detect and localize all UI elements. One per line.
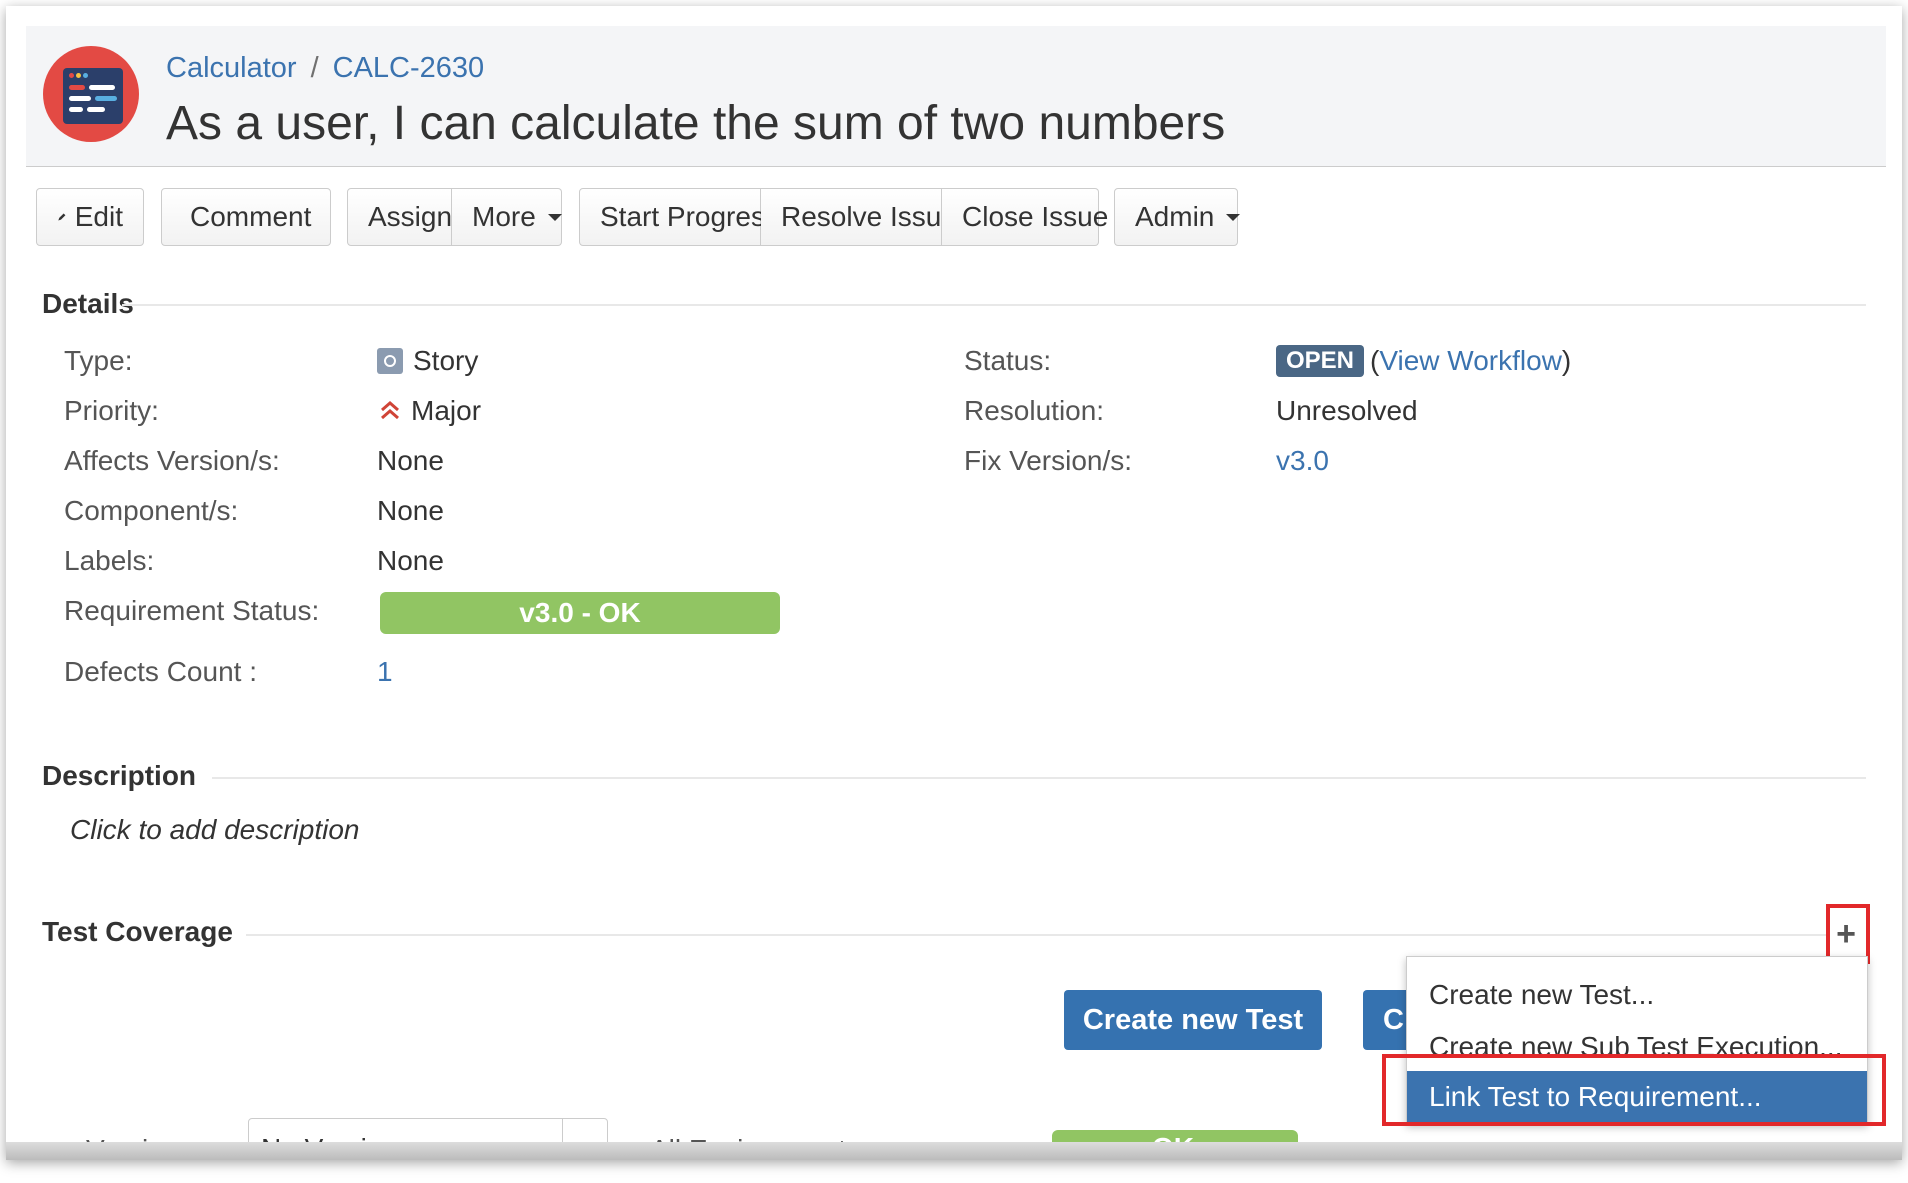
workflow-group: Start Progress Resolve Issue Close Issue [579, 188, 1108, 246]
more-button[interactable]: More [452, 188, 562, 246]
highlight-box-plus [1826, 904, 1870, 964]
menu-item-create-new-test[interactable]: Create new Test... [1407, 969, 1867, 1021]
chevron-down-icon [1226, 213, 1241, 221]
fix-version-link[interactable]: v3.0 [1276, 445, 1329, 477]
coverage-filter-row: Version No Version All Environments OK [6, 1118, 1902, 1144]
assign-button[interactable]: Assign [347, 188, 452, 246]
breadcrumb: Calculator / CALC-2630 [166, 52, 484, 85]
requirement-status-label: Requirement Status: [64, 595, 320, 626]
edit-button[interactable]: Edit [36, 188, 144, 246]
status-value: OPEN (View Workflow) [1276, 345, 1571, 377]
labels-label: Labels: [64, 545, 155, 576]
comment-button[interactable]: Comment [161, 188, 331, 246]
description-heading[interactable]: Description [42, 760, 196, 792]
priority-text: Major [411, 395, 482, 426]
components-label: Component/s: [64, 495, 239, 526]
breadcrumb-issue-key-link[interactable]: CALC-2630 [333, 52, 485, 84]
create-new-test-button[interactable]: Create new Test [1064, 990, 1322, 1050]
assign-more-group: Assign More [347, 188, 562, 246]
defects-count-link[interactable]: 1 [377, 656, 393, 688]
affects-version-value[interactable]: None [377, 445, 444, 477]
requirement-status-bar[interactable]: v3.0 - OK [380, 592, 780, 634]
affects-version-label: Affects Version/s: [64, 445, 280, 476]
labels-value[interactable]: None [377, 545, 444, 577]
description-divider [212, 777, 1866, 779]
details-divider [122, 304, 1866, 306]
resolve-issue-button[interactable]: Resolve Issue [761, 188, 957, 246]
priority-major-icon [381, 401, 399, 420]
details-heading[interactable]: Details [42, 288, 134, 320]
components-value[interactable]: None [377, 495, 444, 527]
test-coverage-divider [246, 934, 1826, 936]
status-label: Status: [964, 345, 1052, 376]
admin-label: Admin [1135, 201, 1215, 232]
comment-group: Comment [161, 188, 331, 246]
issue-summary[interactable]: As a user, I can calculate the sum of tw… [166, 96, 1225, 151]
breadcrumb-separator: / [310, 52, 319, 84]
priority-label: Priority: [64, 395, 159, 426]
project-avatar-icon[interactable] [43, 46, 139, 142]
priority-value[interactable]: Major [377, 395, 481, 427]
highlight-box-link-test [1382, 1054, 1886, 1126]
status-lozenge: OPEN [1276, 345, 1365, 377]
view-workflow-close-paren: ) [1561, 345, 1572, 376]
fix-version-label: Fix Version/s: [964, 445, 1133, 476]
view-workflow-open-paren: ( [1370, 345, 1380, 376]
view-workflow-link[interactable]: View Workflow [1379, 345, 1562, 376]
pencil-icon [58, 213, 66, 221]
type-label: Type: [64, 345, 133, 376]
defects-count-label: Defects Count : [64, 656, 257, 687]
resolution-value: Unresolved [1276, 395, 1418, 426]
close-issue-button[interactable]: Close Issue [942, 188, 1108, 246]
description-placeholder[interactable]: Click to add description [70, 814, 359, 846]
version-select[interactable]: No Version [248, 1118, 608, 1144]
resolution-label: Resolution: [964, 395, 1105, 426]
edit-label: Edit [74, 201, 123, 232]
story-icon [377, 348, 403, 374]
start-progress-button[interactable]: Start Progress [579, 188, 779, 246]
admin-group: Admin [1114, 188, 1241, 246]
type-text: Story [413, 345, 479, 376]
breadcrumb-project-link[interactable]: Calculator [166, 52, 297, 84]
admin-button[interactable]: Admin [1114, 188, 1241, 246]
page-bottom-edge [6, 1142, 1902, 1160]
issue-header: Calculator / CALC-2630 As a user, I can ca… [26, 26, 1886, 167]
issue-view: Calculator / CALC-2630 As a user, I can ca… [6, 6, 1902, 1160]
test-coverage-heading[interactable]: Test Coverage [42, 916, 233, 948]
chevron-down-icon [547, 213, 562, 221]
edit-group: Edit [36, 188, 144, 246]
more-label: More [472, 201, 536, 232]
type-value[interactable]: Story [377, 345, 478, 377]
select-divider [562, 1119, 563, 1144]
comment-label: Comment [190, 201, 312, 232]
